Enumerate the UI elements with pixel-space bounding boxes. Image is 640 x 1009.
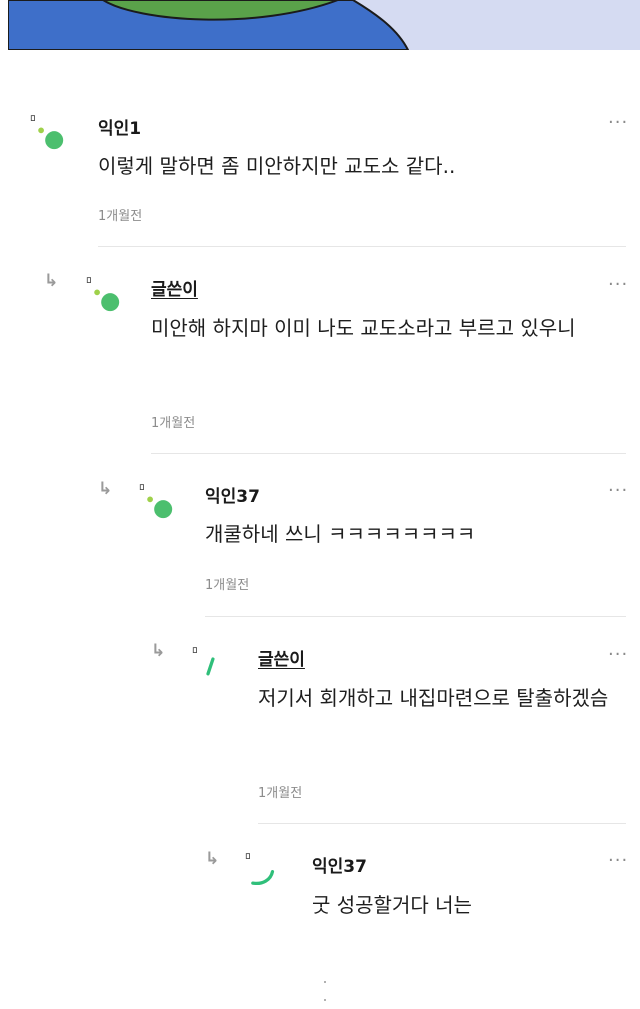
comment-time: 1개월전 [205,578,250,593]
reply-arrow-icon: ↳ [44,271,59,291]
reply-arrow-icon: ↳ [98,479,113,499]
comment-text: 저기서 회개하고 내집마련으로 탈출하겠슴 [258,686,609,710]
more-options-icon[interactable]: ··· [608,114,628,132]
comment-author-writer[interactable]: 글쓴이 [151,275,198,300]
comment-divider [98,246,626,247]
comment-time: 1개월전 [151,416,196,431]
comment-author-writer[interactable]: 글쓴이 [258,645,305,670]
more-options-icon[interactable]: ··· [608,646,628,664]
scroll-dot [324,999,326,1001]
comment-text: 개쿨하네 쓰니 ㅋㅋㅋㅋㅋㅋㅋㅋ [205,522,476,546]
avatar-icon [139,484,173,519]
avatar-icon [86,277,120,312]
comment-text: 굿 성공할거다 너는 [312,893,472,917]
cartoon-frog-image [8,0,640,50]
scroll-dot [324,981,326,983]
comment-divider [151,453,626,454]
more-options-icon[interactable]: ··· [608,852,628,870]
comment-author[interactable]: 익인37 [205,482,260,507]
reply-arrow-icon: ↳ [205,849,220,869]
loading-avatar-icon [245,853,275,886]
avatar-icon [30,115,64,150]
comment-divider [258,823,626,824]
post-image-banner [8,0,640,50]
comment-text: 이렇게 말하면 좀 미안하지만 교도소 같다.. [98,154,456,178]
comment-time: 1개월전 [98,209,143,224]
comment-text: 미안해 하지마 이미 나도 교도소라고 부르고 있우니 [151,316,576,340]
more-options-icon[interactable]: ··· [608,276,628,294]
comment-author[interactable]: 익인37 [312,852,367,877]
comment-author[interactable]: 익인1 [98,114,141,139]
loading-avatar-icon [192,647,215,676]
reply-arrow-icon: ↳ [151,641,166,661]
comment-divider [205,616,626,617]
comment-time: 1개월전 [258,786,303,801]
more-options-icon[interactable]: ··· [608,482,628,500]
